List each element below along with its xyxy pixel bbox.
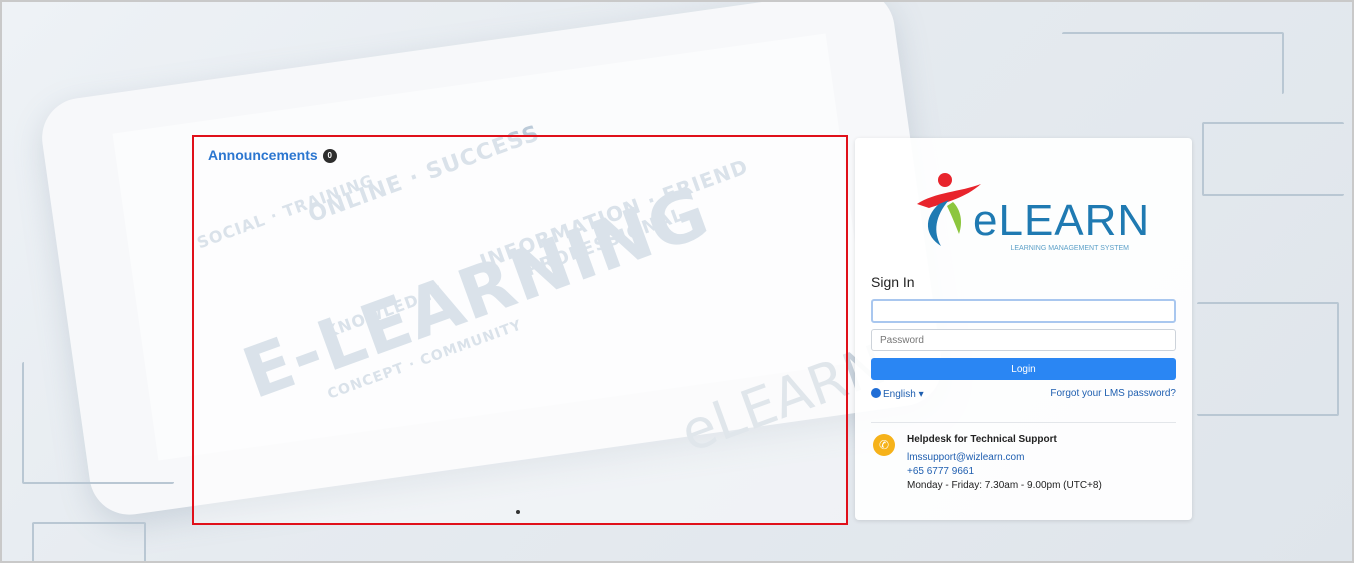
password-input[interactable] <box>871 329 1176 351</box>
globe-icon <box>871 388 881 398</box>
language-selector[interactable]: English ▾ <box>871 388 924 400</box>
phone-icon: ✆ <box>873 434 895 456</box>
caret-down-icon: ▾ <box>918 389 924 400</box>
background-network-line <box>1197 302 1339 416</box>
background-network-line <box>22 362 174 484</box>
divider <box>871 422 1176 423</box>
announcements-title: Announcements <box>208 147 318 163</box>
carousel-indicator-dot[interactable] <box>516 510 520 514</box>
sign-in-card: eLEARN LEARNING MANAGEMENT SYSTEM Sign I… <box>855 138 1192 520</box>
elearn-logo: eLEARN LEARNING MANAGEMENT SYSTEM <box>915 170 1149 262</box>
helpdesk-phone-link[interactable]: +65 6777 9661 <box>907 466 974 477</box>
background-network-line <box>1202 122 1344 196</box>
background-network-line <box>32 522 146 561</box>
elearn-tagline: LEARNING MANAGEMENT SYSTEM <box>1010 245 1129 252</box>
forgot-password-link[interactable]: Forgot your LMS password? <box>1050 388 1176 399</box>
sign-in-title: Sign In <box>871 274 915 290</box>
helpdesk-title: Helpdesk for Technical Support <box>907 434 1057 445</box>
announcements-panel: Announcements 0 <box>192 135 848 525</box>
elearn-wordmark: eLEARN <box>973 196 1151 245</box>
login-button[interactable]: Login <box>871 358 1176 380</box>
background-network-line <box>1062 32 1284 94</box>
helpdesk-email-link[interactable]: lmssupport@wizlearn.com <box>907 452 1024 463</box>
announcements-heading[interactable]: Announcements 0 <box>208 147 337 164</box>
language-label: English <box>883 389 916 400</box>
helpdesk-hours: Monday - Friday: 7.30am - 9.00pm (UTC+8) <box>907 480 1102 491</box>
announcements-count-badge: 0 <box>322 149 337 164</box>
login-page: E-LEARNING ONLINE · SUCCESS INFORMATION … <box>0 0 1354 563</box>
username-input[interactable] <box>871 299 1176 323</box>
